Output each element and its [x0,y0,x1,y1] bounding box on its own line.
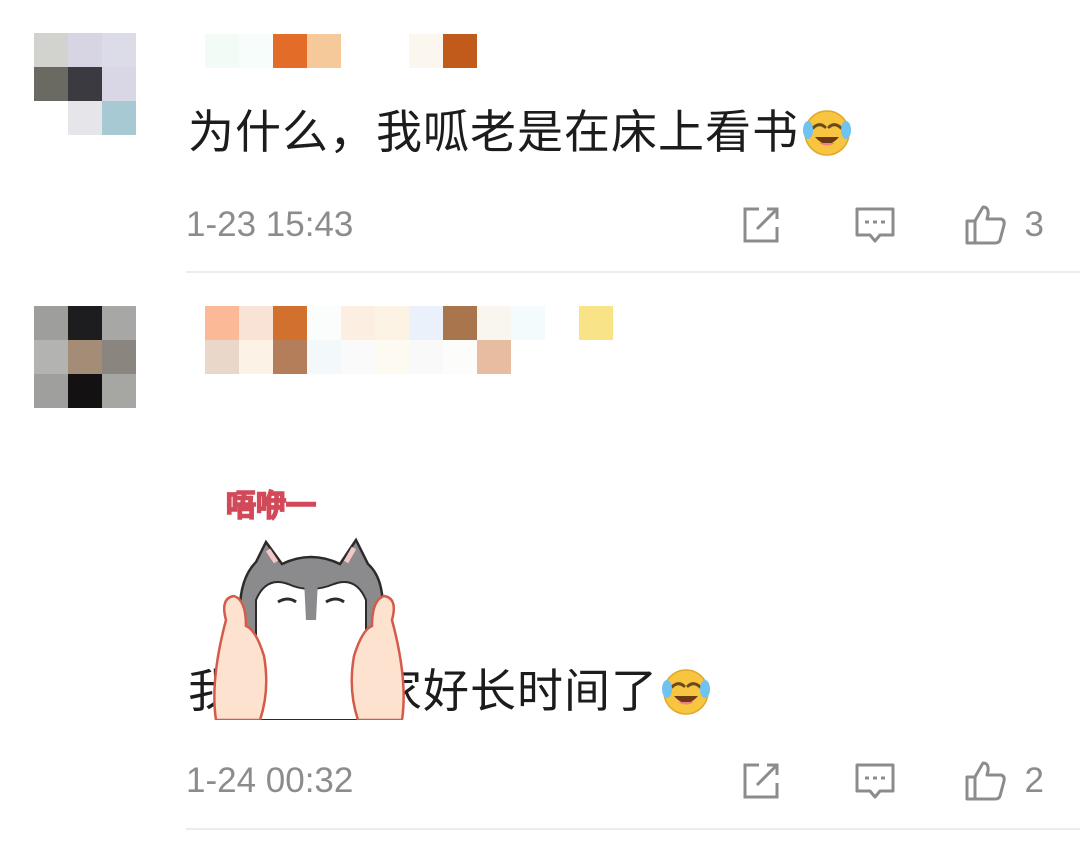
comment-item: 我家蛙离家好长时间了 唔咿一 1-24 00:32 2 [0,274,1080,830]
comment-time: 1-23 15:43 [186,205,354,244]
comment-actions: 2 [739,759,1044,803]
thumbs-up-icon[interactable] [963,759,1007,803]
reply-icon[interactable] [853,203,897,247]
sticker-caption: 唔咿一 [226,489,316,524]
laughing-crying-emoji-icon [803,110,851,156]
husky-sticker-image[interactable]: 唔咿一 [186,480,426,720]
thumbs-up-icon[interactable] [963,203,1007,247]
comment-actions: 3 [739,203,1044,247]
divider [186,828,1080,830]
username-pixelated[interactable] [205,34,477,68]
avatar-pixelated[interactable] [34,306,136,408]
divider [186,271,1080,273]
laughing-crying-emoji-icon [662,669,710,715]
avatar-pixelated[interactable] [34,33,136,135]
share-icon[interactable] [739,203,783,247]
share-icon[interactable] [739,759,783,803]
comment-text: 为什么，我呱老是在床上看书 [188,104,853,160]
comment-meta: 1-23 15:43 3 [186,203,1044,247]
like-count: 3 [1024,205,1044,244]
username-pixelated[interactable] [205,306,613,374]
comment-time: 1-24 00:32 [186,761,354,800]
comment-meta: 1-24 00:32 2 [186,759,1044,803]
comment-item: 为什么，我呱老是在床上看书 1-23 15:43 3 [0,0,1080,273]
like-count: 2 [1024,761,1044,800]
comment-text-content: 为什么，我呱老是在床上看书 [188,105,799,159]
reply-icon[interactable] [853,759,897,803]
